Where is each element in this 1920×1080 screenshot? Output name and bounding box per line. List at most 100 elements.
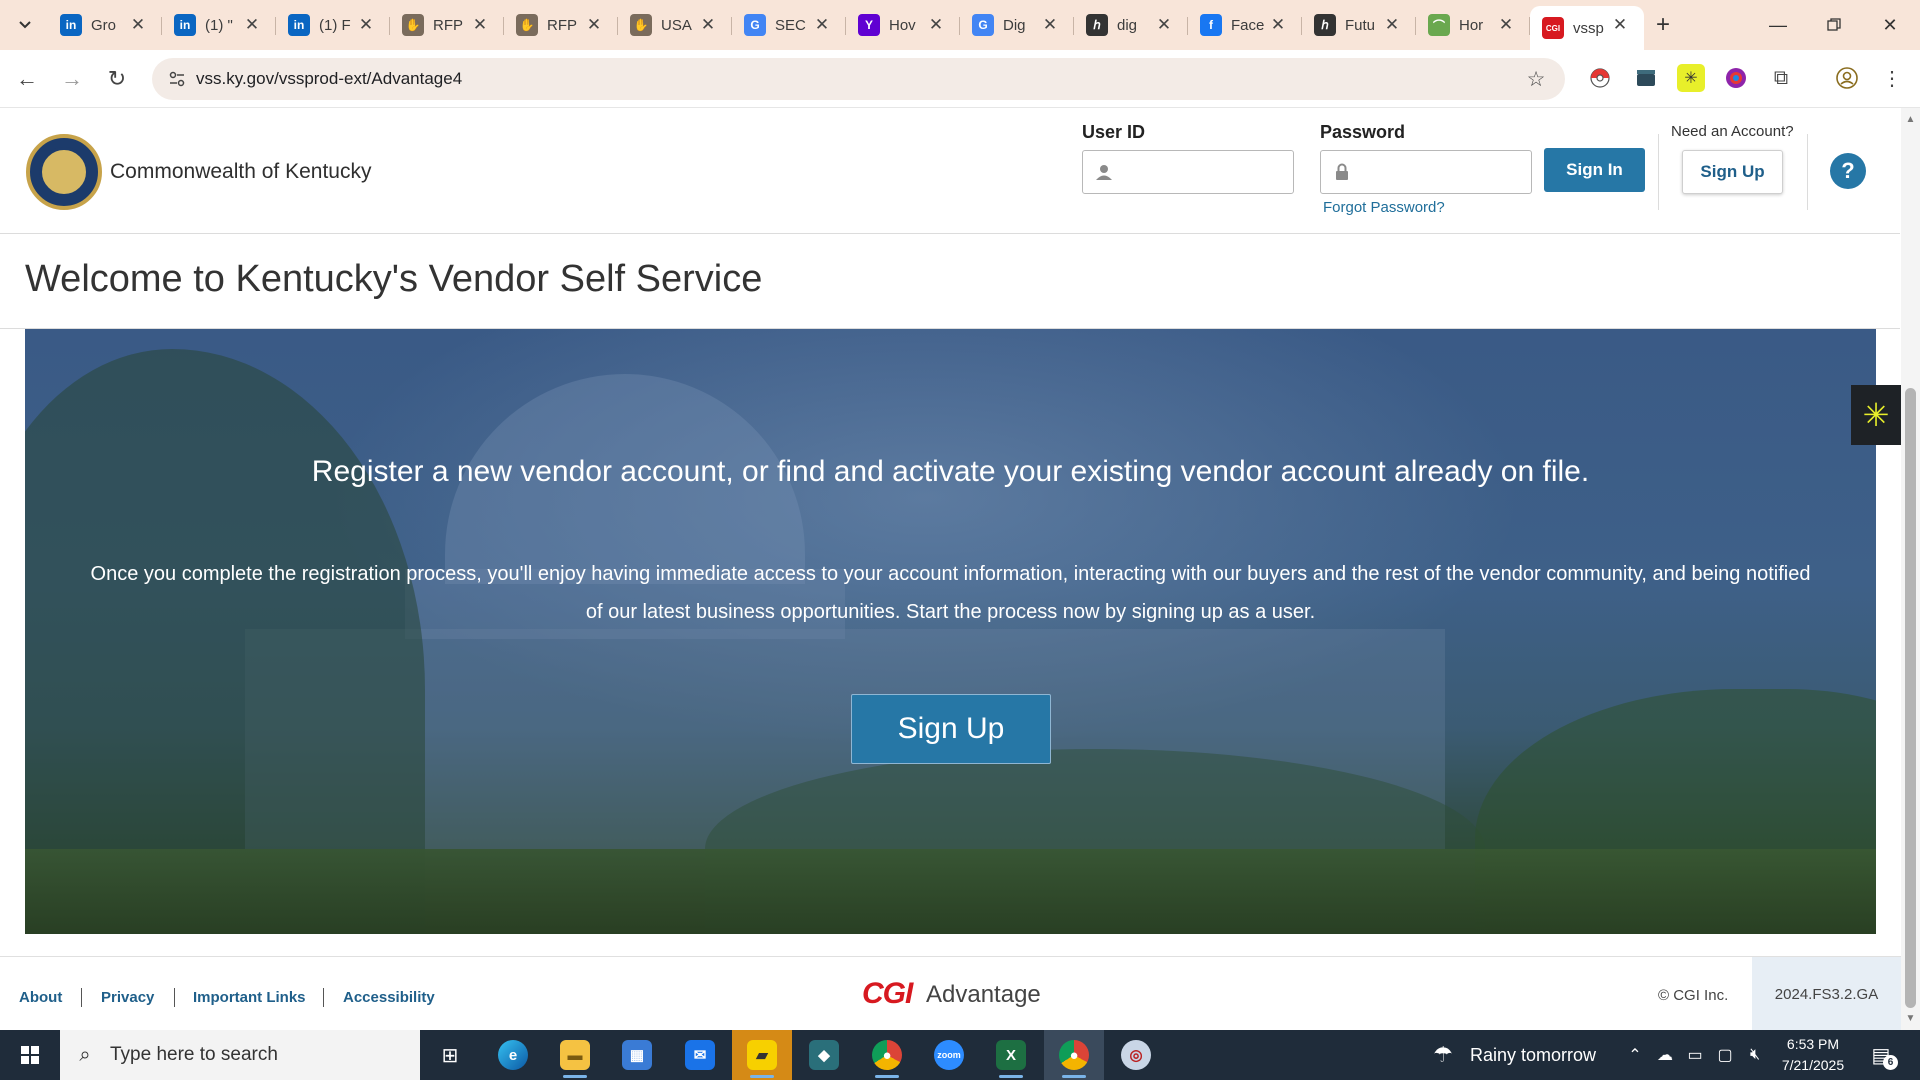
- close-tab-icon[interactable]: ✕: [584, 15, 604, 35]
- pokeball-icon: [1590, 68, 1610, 88]
- browser-tab[interactable]: ✋ RFP ✕: [504, 6, 618, 44]
- close-window-button[interactable]: ✕: [1862, 0, 1918, 50]
- forward-button[interactable]: →: [55, 62, 89, 96]
- sign-in-button[interactable]: Sign In: [1544, 148, 1645, 192]
- taskbar-chrome-2[interactable]: ●: [1044, 1030, 1104, 1080]
- close-tab-icon[interactable]: ✕: [128, 15, 148, 35]
- tab-search-button[interactable]: [10, 10, 40, 40]
- browser-tab[interactable]: G SEC ✕: [732, 6, 846, 44]
- taskbar-app-globe[interactable]: ◎: [1106, 1030, 1166, 1080]
- volume-muted-icon[interactable]: 🔇︎: [1743, 1042, 1767, 1068]
- user-icon: [1093, 161, 1115, 183]
- forgot-password-link[interactable]: Forgot Password?: [1323, 199, 1445, 216]
- reload-button[interactable]: ↻: [100, 62, 134, 96]
- taskbar-app-diamond[interactable]: ◆: [794, 1030, 854, 1080]
- footer-link-privacy[interactable]: Privacy: [101, 989, 154, 1006]
- network-icon[interactable]: ▢: [1713, 1042, 1737, 1068]
- footer-link-accessibility[interactable]: Accessibility: [343, 989, 435, 1006]
- taskbar-excel[interactable]: X: [981, 1030, 1041, 1080]
- system-clock[interactable]: 6:53 PM 7/21/2025: [1773, 1034, 1853, 1076]
- close-tab-icon[interactable]: ✕: [1154, 15, 1174, 35]
- browser-tab[interactable]: f Face ✕: [1188, 6, 1302, 44]
- taskbar-store[interactable]: ▦: [607, 1030, 667, 1080]
- scroll-up-icon[interactable]: ▲: [1905, 114, 1916, 125]
- handshake-icon: ✋: [516, 14, 538, 36]
- user-id-input[interactable]: [1123, 157, 1283, 187]
- browser-tab[interactable]: ℎ dig ✕: [1074, 6, 1188, 44]
- side-assistant-widget[interactable]: ✳: [1851, 385, 1901, 445]
- address-bar[interactable]: vss.ky.gov/vssprod-ext/Advantage4 ☆: [152, 58, 1565, 100]
- close-tab-icon[interactable]: ✕: [1268, 15, 1288, 35]
- close-tab-icon[interactable]: ✕: [1496, 15, 1516, 35]
- close-tab-icon[interactable]: ✕: [698, 15, 718, 35]
- start-button[interactable]: [0, 1030, 60, 1080]
- browser-tab[interactable]: ✋ USA ✕: [618, 6, 732, 44]
- extension-clapper[interactable]: [1632, 64, 1660, 92]
- tab-title: RFP: [433, 16, 463, 34]
- task-view-button[interactable]: ⊞: [420, 1030, 480, 1080]
- browser-tab[interactable]: ℎ Futu ✕: [1302, 6, 1416, 44]
- notification-center-button[interactable]: ▤ 6: [1864, 1040, 1898, 1070]
- taskbar-file-explorer[interactable]: ▬: [545, 1030, 605, 1080]
- site-info-button[interactable]: [162, 64, 192, 94]
- hero-sign-up-button[interactable]: Sign Up: [851, 694, 1051, 764]
- footer-link-about[interactable]: About: [19, 989, 62, 1006]
- close-tab-icon[interactable]: ✕: [1610, 15, 1630, 35]
- browser-tab[interactable]: ⌒ Hor ✕: [1416, 6, 1530, 44]
- scroll-down-icon[interactable]: ▼: [1905, 1013, 1916, 1024]
- profile-button[interactable]: [1833, 64, 1861, 92]
- help-button[interactable]: ?: [1830, 153, 1866, 189]
- star-icon: ☆: [1526, 67, 1546, 91]
- taskbar-chrome-1[interactable]: ●: [857, 1030, 917, 1080]
- password-field[interactable]: [1320, 150, 1532, 194]
- browser-tab[interactable]: Y Hov ✕: [846, 6, 960, 44]
- close-tab-icon[interactable]: ✕: [242, 15, 262, 35]
- arrow-left-icon: ←: [16, 66, 38, 91]
- browser-menu-button[interactable]: ⋮: [1878, 64, 1906, 92]
- taskbar-edge[interactable]: e: [483, 1030, 543, 1080]
- close-tab-icon[interactable]: ✕: [812, 15, 832, 35]
- need-account-text: Need an Account?: [1671, 123, 1794, 140]
- footer-link-important-links[interactable]: Important Links: [193, 989, 306, 1006]
- taskbar-search[interactable]: ⌕ Type here to search: [60, 1030, 420, 1080]
- header-sign-up-button[interactable]: Sign Up: [1682, 150, 1783, 194]
- password-input[interactable]: [1361, 157, 1521, 187]
- weather-widget[interactable]: ☂ Rainy tomorrow: [1428, 1030, 1596, 1080]
- kentucky-seal-logo: [26, 134, 102, 210]
- browser-tab[interactable]: ✋ RFP ✕: [390, 6, 504, 44]
- browser-tab[interactable]: CGI vssp ✕: [1530, 6, 1644, 50]
- back-button[interactable]: ←: [10, 62, 44, 96]
- page-scrollbar[interactable]: ▲ ▼: [1901, 108, 1920, 1030]
- close-tab-icon[interactable]: ✕: [926, 15, 946, 35]
- minimize-button[interactable]: —: [1750, 0, 1806, 50]
- sparkle-icon: ✳: [1862, 397, 1890, 433]
- extension-sparkle[interactable]: ✳: [1677, 64, 1705, 92]
- header-divider: [1658, 134, 1659, 210]
- globe-icon: ◎: [1121, 1040, 1151, 1070]
- bookmark-button[interactable]: ☆: [1521, 64, 1551, 94]
- battery-icon[interactable]: ▭: [1683, 1042, 1707, 1068]
- extensions-button[interactable]: ⧉: [1767, 64, 1795, 92]
- browser-tab[interactable]: G Dig ✕: [960, 6, 1074, 44]
- browser-tab[interactable]: in (1) F ✕: [276, 6, 390, 44]
- taskbar-sticky-notes[interactable]: ▰: [732, 1030, 792, 1080]
- scroll-thumb[interactable]: [1905, 388, 1916, 1008]
- google-icon: G: [744, 14, 766, 36]
- taskbar-zoom[interactable]: zoom: [919, 1030, 979, 1080]
- more-vert-icon: ⋮: [1882, 67, 1902, 90]
- close-tab-icon[interactable]: ✕: [1382, 15, 1402, 35]
- close-tab-icon[interactable]: ✕: [470, 15, 490, 35]
- close-tab-icon[interactable]: ✕: [1040, 15, 1060, 35]
- taskbar-mail[interactable]: ✉: [670, 1030, 730, 1080]
- new-tab-button[interactable]: +: [1648, 10, 1678, 40]
- browser-tab[interactable]: in (1) " ✕: [162, 6, 276, 44]
- restore-button[interactable]: [1806, 0, 1862, 50]
- onedrive-icon[interactable]: ☁: [1653, 1042, 1677, 1068]
- close-tab-icon[interactable]: ✕: [356, 15, 376, 35]
- tune-icon: [169, 71, 185, 87]
- show-hidden-icons-button[interactable]: ⌃: [1623, 1042, 1647, 1068]
- user-id-field[interactable]: [1082, 150, 1294, 194]
- extension-pokeball[interactable]: [1586, 64, 1614, 92]
- extension-color[interactable]: [1722, 64, 1750, 92]
- browser-tab[interactable]: in Gro ✕: [48, 6, 162, 44]
